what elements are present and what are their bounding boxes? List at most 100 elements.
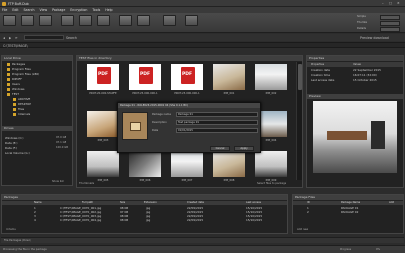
path-bar: C:\TEST\IMAGE\ xyxy=(0,42,405,48)
desk-shape xyxy=(327,131,367,140)
search-input[interactable] xyxy=(24,35,64,40)
col-name: Name xyxy=(34,201,42,204)
search-label[interactable]: Search xyxy=(66,36,77,40)
apply-button[interactable]: Apply xyxy=(234,146,254,151)
folder-icon xyxy=(7,68,10,71)
thumb-caption: IMP_006 xyxy=(139,179,151,182)
scrollbar-thumb[interactable] xyxy=(298,64,302,90)
path-text[interactable]: C:\TEST\IMAGE\ xyxy=(3,44,28,48)
thumb-caption: IMP_002 xyxy=(265,92,277,95)
forward-icon[interactable]: ▶ xyxy=(9,36,11,40)
drive-list: Windows (C:) Data (E:) Data (F:) Local V… xyxy=(2,132,72,172)
tree-item[interactable]: Windows xyxy=(2,87,72,91)
image-thumbnail[interactable] xyxy=(171,151,203,177)
folder-icon xyxy=(7,73,10,76)
settings-icon[interactable] xyxy=(163,15,176,26)
add-new-link[interactable]: Add new xyxy=(297,228,308,232)
drive-size: 97.0 GB xyxy=(56,136,67,139)
col-id: ID xyxy=(307,201,310,204)
field-label: Description xyxy=(152,121,167,124)
thumbnails-label[interactable]: Thumbnails xyxy=(79,182,94,186)
show-list-link[interactable]: Show list xyxy=(52,180,64,184)
pdf-thumbnail[interactable] xyxy=(171,64,203,90)
pdf-thumbnail[interactable] xyxy=(129,64,161,90)
tree-item[interactable]: Users xyxy=(2,82,72,86)
folder-icon xyxy=(7,88,10,91)
thumb-caption: IMP_001 xyxy=(223,92,235,95)
properties-header: Properties xyxy=(307,56,403,61)
date-input[interactable]: 01/01/2015 xyxy=(176,128,258,133)
tree-item[interactable]: Program Files (x86) xyxy=(2,72,72,76)
package-list-panel: Package Files ID Package Name Add 1 PACKA… xyxy=(292,194,404,234)
view-simple[interactable] xyxy=(380,15,400,20)
box-icon xyxy=(130,122,141,131)
image-thumbnail[interactable] xyxy=(213,64,245,90)
pdf-icon xyxy=(181,67,195,84)
refresh-icon[interactable]: ⟳ xyxy=(15,36,18,40)
view-thumbs[interactable] xyxy=(380,21,400,26)
col-add: Add xyxy=(389,201,395,204)
packages-files-panel: Packages Name Full path Size Extension C… xyxy=(1,194,288,234)
tree-item[interactable]: RIPOFF xyxy=(2,77,72,81)
progress-value: 0% xyxy=(376,248,381,251)
table-row[interactable]: 4 C:\TEST\IMAGE_0070_004.jpg 98 KB jpg 22/09… xyxy=(2,218,287,222)
help-icon[interactable] xyxy=(185,15,198,26)
drive-size: 100.0 GB xyxy=(56,146,69,149)
lock-icon[interactable] xyxy=(119,15,132,26)
minimize-icon[interactable]: – xyxy=(382,1,384,5)
files-header: Packages xyxy=(2,195,287,200)
image-thumbnail[interactable] xyxy=(87,111,119,137)
maximize-icon[interactable]: □ xyxy=(389,1,392,5)
package-box-icon xyxy=(122,112,148,140)
col-created: Created date xyxy=(187,201,204,204)
browser-header: TEST files in directory xyxy=(77,56,302,61)
files-footer: 4 items xyxy=(6,228,16,231)
image-thumbnail[interactable] xyxy=(213,151,245,177)
view-thumbs-label: Thumbs xyxy=(357,21,368,24)
title-bar: FTP Buff-Dub – □ × xyxy=(0,0,405,7)
select-files-label[interactable]: Select files to package xyxy=(257,182,286,186)
package-icon[interactable] xyxy=(97,15,110,26)
progress-label: Progress xyxy=(340,248,352,251)
folder-icon xyxy=(7,83,10,86)
view-details[interactable] xyxy=(380,27,400,32)
save-icon[interactable] xyxy=(39,15,52,26)
copy-icon[interactable] xyxy=(61,15,74,26)
files-columns: Name Full path Size Extension Created da… xyxy=(2,201,287,205)
folder-tree-panel: Local Drive Packages Program Files Progr… xyxy=(1,55,73,186)
preview-download[interactable]: Preview download xyxy=(360,36,389,40)
package-dialog: Package 01 - ROLE026 2015-0001 04 (Sha 0… xyxy=(117,102,261,153)
list-item[interactable]: 2 PACKAGE 02 xyxy=(293,210,403,214)
cancel-button[interactable]: Cancel xyxy=(210,146,230,151)
folder-icon xyxy=(7,63,10,66)
properties-columns: Properties Values xyxy=(307,62,403,67)
col-values: Values xyxy=(353,62,362,66)
close-icon[interactable]: × xyxy=(397,1,400,5)
tree-item[interactable]: Program Files xyxy=(2,67,72,71)
image-thumbnail[interactable] xyxy=(87,151,119,177)
tree-item[interactable]: Packages xyxy=(2,62,72,66)
image-thumbnail[interactable] xyxy=(255,151,287,177)
image-thumbnail[interactable] xyxy=(255,64,287,90)
back-icon[interactable]: ◀ xyxy=(3,36,5,40)
browser-scrollbar[interactable] xyxy=(296,62,302,180)
view-details-label: Details xyxy=(357,27,366,30)
description-input[interactable]: Test package 01 xyxy=(176,120,258,125)
drive-item[interactable]: Local Volume (G:) xyxy=(2,151,72,155)
col-package-name: Package Name xyxy=(341,201,361,204)
packages-strip-label: File Packages (Down) xyxy=(4,239,32,242)
dialog-title: Package 01 - ROLE026 2015-0001 04 (Sha 0… xyxy=(118,103,260,108)
image-thumbnail[interactable] xyxy=(129,151,161,177)
package-name-input[interactable]: Package 01 xyxy=(176,112,258,117)
tree-item[interactable]: TEST xyxy=(2,92,72,96)
open-icon[interactable] xyxy=(21,15,34,26)
thumb-caption: IMP_008 xyxy=(223,179,235,182)
view-simple-label: Simple xyxy=(357,15,366,18)
pdf-thumbnail[interactable] xyxy=(87,64,119,90)
unlock-icon[interactable] xyxy=(137,15,150,26)
move-icon[interactable] xyxy=(79,15,92,26)
folder-icon xyxy=(13,103,16,106)
new-icon[interactable] xyxy=(3,15,16,26)
pdf-icon xyxy=(139,67,153,84)
property-row: Creation date 22 September 2015 xyxy=(311,68,381,72)
